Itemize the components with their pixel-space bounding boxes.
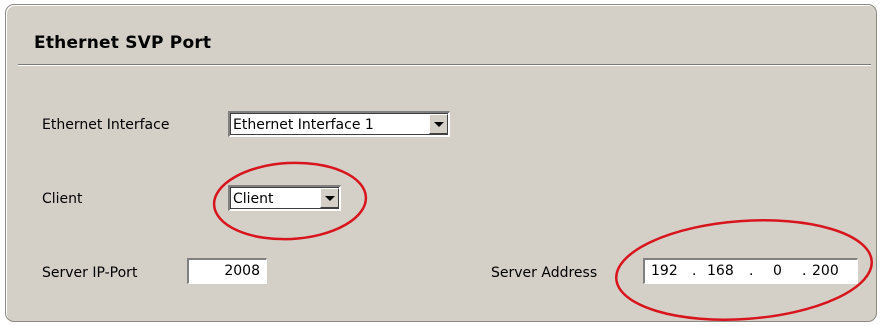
- chevron-down-icon[interactable]: [429, 114, 448, 134]
- server-address-input[interactable]: 192 . 168 . 0 . 200: [643, 258, 858, 284]
- server-ip-port-input[interactable]: 2008: [187, 258, 267, 284]
- ethernet-interface-selected-value: Ethernet Interface 1: [233, 117, 374, 133]
- server-address-octet-3[interactable]: 0: [773, 263, 782, 279]
- client-selected-value: Client: [233, 191, 274, 207]
- client-select[interactable]: Client: [228, 185, 341, 211]
- ip-separator: .: [749, 263, 754, 279]
- title-divider: [18, 64, 871, 66]
- chevron-down-icon[interactable]: [320, 188, 339, 208]
- panel-title: Ethernet SVP Port: [34, 33, 212, 53]
- ip-separator: .: [692, 263, 697, 279]
- ethernet-interface-select[interactable]: Ethernet Interface 1: [228, 111, 450, 137]
- ethernet-interface-label: Ethernet Interface: [42, 117, 170, 133]
- server-address-octet-4[interactable]: 200: [812, 263, 839, 279]
- ethernet-svp-port-panel: Ethernet SVP Port Ethernet Interface Eth…: [5, 4, 877, 322]
- server-address-octet-1[interactable]: 192: [651, 263, 678, 279]
- server-address-octet-2[interactable]: 168: [707, 263, 734, 279]
- client-label: Client: [42, 191, 83, 207]
- ip-separator: .: [802, 263, 807, 279]
- server-ip-port-label: Server IP-Port: [42, 265, 138, 281]
- server-address-label: Server Address: [491, 265, 598, 281]
